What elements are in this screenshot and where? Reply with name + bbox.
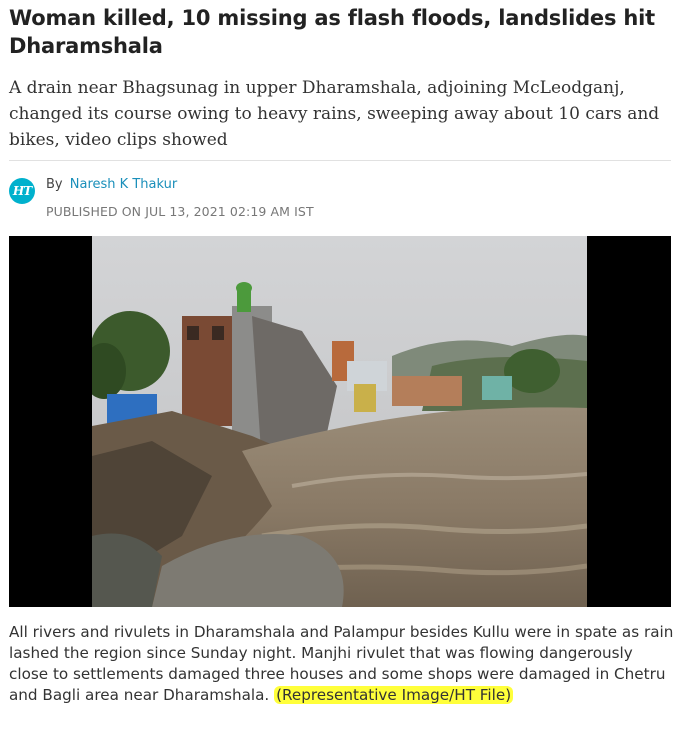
article-headline: Woman killed, 10 missing as flash floods… [9,6,655,58]
article-summary: A drain near Bhagsunag in upper Dharamsh… [9,78,660,150]
byline: HT By Naresh K Thakur PUBLISHED ON JUL 1… [9,174,669,222]
author-line: By Naresh K Thakur [46,177,177,192]
flood-photo [92,236,587,607]
article-image[interactable] [9,236,671,607]
image-caption: All rivers and rivulets in Dharamshala a… [9,622,675,706]
image-credit: (Representative Image/HT File) [274,686,514,704]
ht-logo-icon: HT [9,178,35,204]
by-prefix: By [46,177,63,192]
summary-divider [9,160,671,161]
published-timestamp: PUBLISHED ON JUL 13, 2021 02:19 AM IST [46,204,314,219]
author-link[interactable]: Naresh K Thakur [70,177,177,192]
